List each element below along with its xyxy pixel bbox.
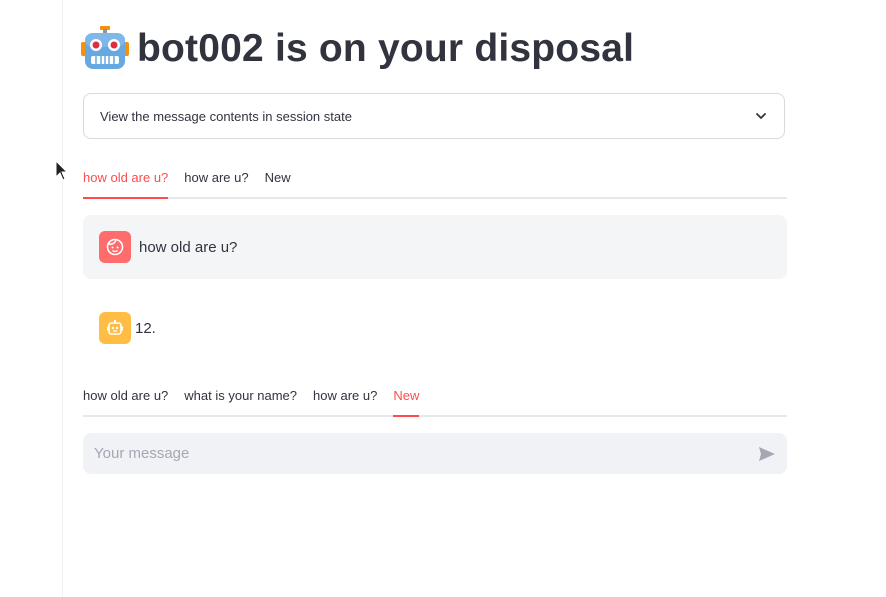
mouse-cursor-icon bbox=[55, 160, 69, 181]
send-icon bbox=[759, 446, 775, 461]
tab-new[interactable]: New bbox=[393, 388, 420, 417]
page-title: bot002 is on your disposal bbox=[137, 27, 635, 70]
user-avatar bbox=[99, 231, 131, 263]
send-button[interactable] bbox=[756, 443, 778, 465]
user-face-icon bbox=[106, 238, 124, 256]
bot-icon bbox=[107, 320, 123, 335]
session-state-expander[interactable]: View the message contents in session sta… bbox=[83, 93, 785, 139]
tab-what-is-your-name[interactable]: what is your name? bbox=[184, 388, 297, 415]
tab-how-old-are-u[interactable]: how old are u? bbox=[83, 170, 169, 199]
robot-face-icon bbox=[81, 26, 129, 69]
expander-label: View the message contents in session sta… bbox=[100, 108, 352, 124]
chat-input-container bbox=[83, 433, 787, 474]
bottom-tab-bar: how old are u? what is your name? how ar… bbox=[83, 381, 787, 417]
chevron-down-icon bbox=[756, 113, 766, 119]
tab-how-are-u[interactable]: how are u? bbox=[184, 170, 248, 197]
assistant-chat-message: 12. bbox=[83, 296, 787, 360]
top-tab-bar: how old are u? how are u? New bbox=[83, 163, 787, 199]
tab-how-are-u[interactable]: how are u? bbox=[313, 388, 377, 415]
chat-message-input[interactable] bbox=[92, 444, 756, 463]
user-message-text: how old are u? bbox=[139, 238, 238, 256]
assistant-message-text: 12. bbox=[135, 319, 156, 337]
sidebar-edge bbox=[62, 0, 63, 597]
tab-new[interactable]: New bbox=[265, 170, 291, 197]
tab-how-old-are-u[interactable]: how old are u? bbox=[83, 388, 168, 415]
user-chat-message: how old are u? bbox=[83, 215, 787, 279]
page-header: bot002 is on your disposal bbox=[81, 26, 634, 72]
assistant-avatar bbox=[99, 312, 131, 344]
